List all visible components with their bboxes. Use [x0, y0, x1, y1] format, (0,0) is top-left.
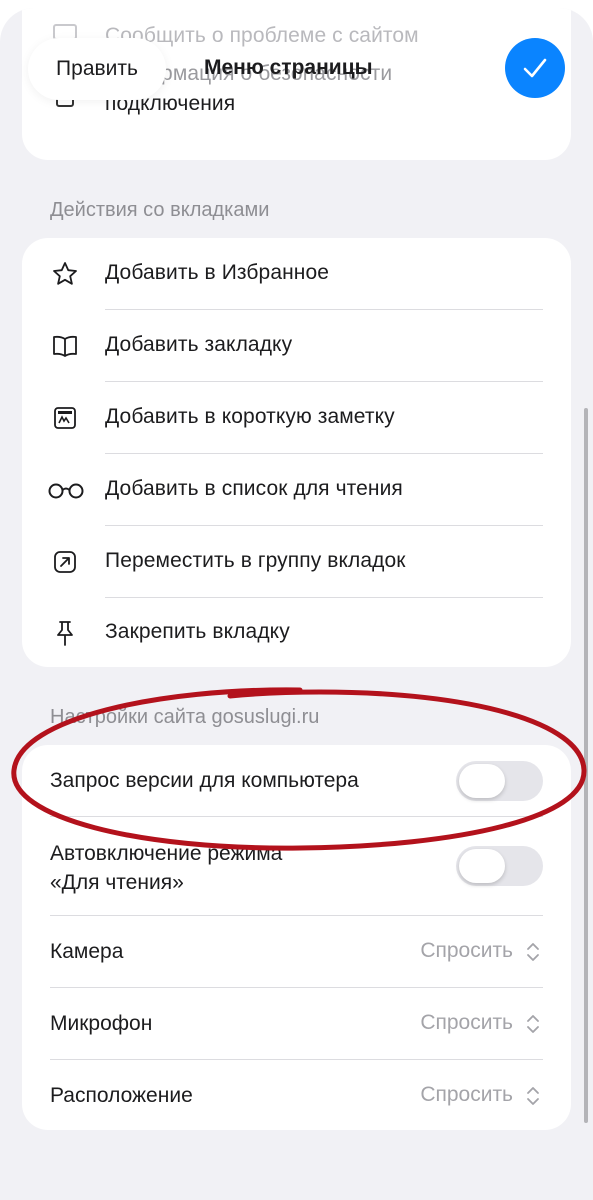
- site-settings-header: Настройки сайта gosuslugi.ru: [50, 706, 320, 728]
- toggle-knob: [459, 764, 505, 798]
- toggle-knob: [459, 849, 505, 883]
- tab-actions-header: Действия со вкладками: [50, 199, 270, 221]
- site-settings-card: Запрос версии для компьютера Автовключен…: [22, 745, 571, 1130]
- request-desktop-toggle[interactable]: [456, 761, 543, 801]
- camera-row[interactable]: Камера Спросить: [22, 916, 571, 987]
- edit-button[interactable]: Править: [28, 38, 166, 100]
- request-desktop-row: Запрос версии для компьютера: [22, 745, 571, 816]
- pin-icon: [50, 618, 80, 648]
- add-to-favorites-item[interactable]: Добавить в Избранное: [22, 238, 571, 309]
- chevron-up-down-icon: [527, 943, 539, 961]
- add-bookmark-item[interactable]: Добавить закладку: [22, 310, 571, 381]
- location-row[interactable]: Расположение Спросить: [22, 1060, 571, 1130]
- camera-value: Спросить: [420, 939, 513, 962]
- camera-label: Камера: [50, 940, 124, 963]
- add-quick-note-item[interactable]: Добавить в короткую заметку: [22, 382, 571, 453]
- microphone-row[interactable]: Микрофон Спросить: [22, 988, 571, 1059]
- pin-tab-label: Закрепить вкладку: [105, 620, 290, 643]
- pin-tab-item[interactable]: Закрепить вкладку: [22, 598, 571, 667]
- book-icon: [50, 331, 80, 361]
- move-arrow-icon: [50, 547, 80, 577]
- scrollbar[interactable]: [584, 408, 588, 1123]
- location-label: Расположение: [50, 1084, 193, 1107]
- location-value: Спросить: [420, 1083, 513, 1106]
- move-to-tab-group-item[interactable]: Переместить в группу вкладок: [22, 526, 571, 597]
- checkmark-icon: [523, 58, 547, 78]
- add-quick-note-label: Добавить в короткую заметку: [105, 405, 395, 428]
- chevron-up-down-icon: [527, 1087, 539, 1105]
- done-button[interactable]: [505, 38, 565, 98]
- page-menu-sheet: Сообщить о проблеме с сайтом Информация …: [0, 8, 593, 1200]
- move-to-tab-group-label: Переместить в группу вкладок: [105, 549, 406, 572]
- add-reading-list-label: Добавить в список для чтения: [105, 477, 403, 500]
- add-to-favorites-label: Добавить в Избранное: [105, 261, 330, 284]
- auto-reader-label-line2: «Для чтения»: [50, 871, 184, 894]
- add-bookmark-label: Добавить закладку: [105, 333, 293, 356]
- auto-reader-row: Автовключение режима «Для чтения»: [22, 817, 571, 915]
- microphone-label: Микрофон: [50, 1012, 153, 1035]
- chevron-up-down-icon: [527, 1015, 539, 1033]
- glasses-icon: [46, 475, 86, 505]
- star-icon: [50, 259, 80, 289]
- tab-actions-card: Добавить в Избранное Добавить закладку Д…: [22, 238, 571, 667]
- request-desktop-label: Запрос версии для компьютера: [50, 769, 359, 792]
- auto-reader-toggle[interactable]: [456, 846, 543, 886]
- auto-reader-label-line1: Автовключение режима: [50, 842, 283, 865]
- add-reading-list-item[interactable]: Добавить в список для чтения: [22, 454, 571, 525]
- microphone-value: Спросить: [420, 1011, 513, 1034]
- page-title: Меню страницы: [204, 56, 373, 79]
- quick-note-icon: [50, 403, 80, 433]
- edit-button-label: Править: [56, 57, 138, 80]
